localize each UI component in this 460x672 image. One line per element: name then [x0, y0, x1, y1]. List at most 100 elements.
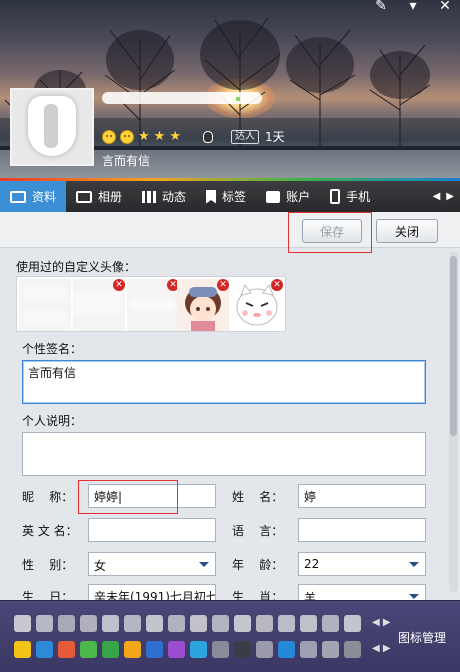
diamond-icon[interactable]: [102, 615, 119, 632]
diamond-icon[interactable]: [234, 615, 251, 632]
tab-profile[interactable]: 资料: [0, 181, 67, 212]
english-name-label: 英 文 名：: [22, 524, 78, 538]
photo-icon: [76, 190, 93, 203]
tab-label: 手机: [346, 190, 371, 204]
zodiac-label: 生 肖：: [232, 590, 284, 600]
tab-label: 动态: [162, 190, 187, 204]
star-icon: ★: [138, 129, 150, 144]
diamond-icon[interactable]: [344, 615, 361, 632]
activity-icon: [142, 190, 157, 203]
diamond-icon[interactable]: [300, 615, 317, 632]
chevron-down-icon[interactable]: [409, 594, 419, 599]
arrow-icon[interactable]: ▾: [404, 0, 422, 14]
diamond-icon[interactable]: [190, 615, 207, 632]
icon-manage-link[interactable]: 图标管理: [398, 629, 446, 646]
diamond-icon[interactable]: [256, 615, 273, 632]
custom-avatar[interactable]: ✕: [73, 279, 125, 331]
tab-phone[interactable]: 手机: [320, 181, 380, 212]
gender-select[interactable]: 女: [88, 552, 216, 576]
crown-icon[interactable]: [278, 615, 295, 632]
gender-value: 女: [94, 559, 107, 573]
heart-icon[interactable]: [14, 615, 31, 632]
language-label: 语 言：: [232, 524, 284, 538]
icon-row-nav[interactable]: ◀ ▶: [372, 643, 391, 654]
online-dot-icon: [236, 97, 240, 101]
diamond-icon[interactable]: [168, 615, 185, 632]
language-input[interactable]: [298, 518, 426, 542]
age-select[interactable]: 22: [298, 552, 426, 576]
remove-avatar-icon[interactable]: ✕: [217, 279, 229, 291]
zodiac-value: 羊: [304, 591, 317, 600]
window-controls: ✎ ▾ ✕: [372, 0, 454, 14]
header-signature: 言而有信: [102, 154, 151, 168]
tab-album[interactable]: 相册: [66, 181, 132, 212]
clover-icon[interactable]: [102, 641, 119, 658]
tab-label: 相册: [98, 190, 123, 204]
mail-icon[interactable]: [190, 641, 207, 658]
remove-avatar-icon[interactable]: ✕: [113, 279, 125, 291]
shield-icon[interactable]: [322, 641, 339, 658]
tab-account[interactable]: 账户: [256, 181, 320, 212]
close-icon[interactable]: ✕: [436, 0, 454, 14]
disc-icon[interactable]: [300, 641, 317, 658]
trophy-icon[interactable]: [58, 615, 75, 632]
zodiac-select[interactable]: 羊: [298, 584, 426, 600]
star-icon[interactable]: [14, 641, 31, 658]
tab-tags[interactable]: 标签: [196, 181, 256, 212]
chevron-left-icon[interactable]: ◀: [433, 191, 441, 202]
days-count: 1天: [264, 130, 285, 144]
scrollbar[interactable]: [449, 252, 458, 592]
birthday-input[interactable]: 辛未年(1991)七月初七: [88, 584, 216, 600]
custom-avatar[interactable]: ✕: [231, 279, 283, 331]
diamond-icon[interactable]: [212, 615, 229, 632]
close-button[interactable]: 关闭: [376, 219, 438, 243]
shield-icon[interactable]: [256, 641, 273, 658]
birthday-label: 生 日：: [22, 590, 74, 600]
english-name-input[interactable]: [88, 518, 216, 542]
avatar[interactable]: [10, 88, 94, 166]
toolbar: 保存 关闭: [0, 212, 460, 248]
custom-avatar[interactable]: ✕: [127, 279, 179, 331]
browser-icon[interactable]: [278, 641, 295, 658]
chevron-down-icon[interactable]: [409, 562, 419, 567]
description-input[interactable]: [22, 432, 426, 476]
app-store-icon[interactable]: [234, 641, 251, 658]
pin-icon[interactable]: ✎: [372, 0, 390, 14]
chevron-right-icon[interactable]: ▶: [446, 191, 454, 202]
phone-icon: [330, 189, 341, 204]
tab-activity[interactable]: 动态: [132, 181, 196, 212]
game-icon[interactable]: [58, 641, 75, 658]
tab-label: 资料: [32, 190, 57, 204]
camera-icon[interactable]: [344, 641, 361, 658]
app-icon[interactable]: [212, 641, 229, 658]
briefcase-icon: [266, 190, 281, 203]
signature-input[interactable]: 言而有信: [22, 360, 426, 404]
diamond-icon[interactable]: [146, 615, 163, 632]
icon-row-nav[interactable]: ◀ ▶: [372, 617, 391, 628]
custom-avatar[interactable]: ✕: [177, 279, 229, 331]
crown-icon[interactable]: [80, 615, 97, 632]
scrollbar-thumb[interactable]: [450, 256, 457, 436]
chevron-down-icon[interactable]: [199, 562, 209, 567]
name-input[interactable]: 婷: [298, 484, 426, 508]
name-label: 姓 名：: [232, 490, 284, 504]
custom-avatar[interactable]: [19, 279, 71, 331]
description-label: 个人说明：: [22, 414, 83, 428]
remove-avatar-icon[interactable]: ✕: [271, 279, 283, 291]
video-icon[interactable]: [146, 641, 163, 658]
tab-label: 标签: [222, 190, 247, 204]
highlight-box: [78, 480, 178, 514]
music-icon[interactable]: [124, 641, 141, 658]
chat-icon[interactable]: [80, 641, 97, 658]
heart-icon[interactable]: [36, 615, 53, 632]
level-row: ★ ★ ★ 达人 1天: [102, 128, 285, 145]
magic-icon[interactable]: [168, 641, 185, 658]
penguin-icon[interactable]: [202, 130, 213, 143]
qzone-icon[interactable]: [36, 641, 53, 658]
icon-row-bottom: [14, 641, 361, 658]
tab-bar: 资料 相册 动态 标签 账户 手机 ◀ ▶: [0, 178, 460, 212]
flag-icon[interactable]: [124, 615, 141, 632]
heart-icon[interactable]: [322, 615, 339, 632]
star-icon: ★: [153, 129, 166, 144]
daren-badge[interactable]: 达人: [230, 129, 259, 144]
